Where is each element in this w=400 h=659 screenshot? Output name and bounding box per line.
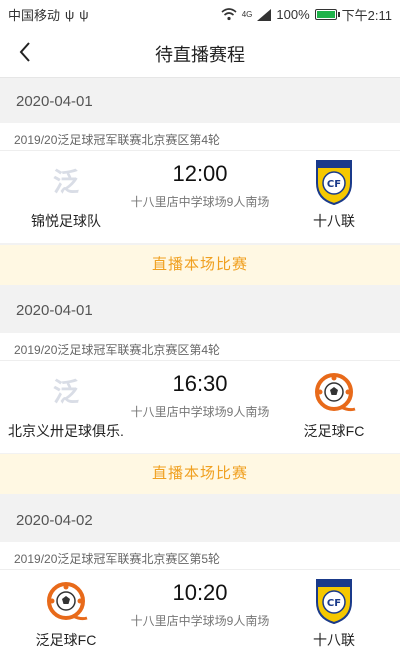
football-film-logo-icon <box>315 373 356 412</box>
match-card[interactable]: 2019/20泛足球冠军联赛北京赛区第5轮 泛足球FC 10:20 十八里店中学… <box>0 542 400 659</box>
home-team-name: 泛足球FC <box>35 632 97 648</box>
match-venue: 十八里店中学球场9人南场 <box>130 405 270 419</box>
away-team-name: 十八联 <box>313 632 355 648</box>
nav-bar: 待直播赛程 <box>0 26 400 78</box>
svg-text:CF: CF <box>327 598 341 609</box>
league-round: 2019/20泛足球冠军联赛北京赛区第5轮 <box>0 542 400 570</box>
villarreal-crest-icon: CF <box>315 578 353 624</box>
league-round: 2019/20泛足球冠军联赛北京赛区第4轮 <box>0 123 400 151</box>
usb-debug-icon: ψ <box>79 7 89 22</box>
signal-icon <box>257 8 272 21</box>
match-time: 10:20 <box>172 580 228 605</box>
away-team-name: 泛足球FC <box>303 423 365 439</box>
match-card[interactable]: 2019/20泛足球冠军联赛北京赛区第4轮 泛 北京义卅足球俱乐. 16:30 … <box>0 333 400 453</box>
away-team[interactable]: CF 十八联 <box>274 578 394 650</box>
match-time: 12:00 <box>172 161 228 186</box>
carrier-label: 中国移动 <box>8 8 61 23</box>
match-date: 2020-04-01 <box>0 288 400 332</box>
match-time: 16:30 <box>172 371 228 396</box>
svg-text:泛: 泛 <box>53 168 79 198</box>
home-team[interactable]: 泛 锦悦足球队 <box>6 159 126 231</box>
match-venue: 十八里店中学球场9人南场 <box>130 195 270 209</box>
status-bar: 中国移动 ψ ψ 4G 100% 下午2:11 <box>0 0 400 26</box>
page-title: 待直播赛程 <box>155 45 245 65</box>
wifi-icon <box>221 8 237 21</box>
match-date: 2020-04-01 <box>0 79 400 123</box>
football-film-logo-icon <box>47 582 88 621</box>
away-team-name: 十八联 <box>313 213 355 229</box>
villarreal-crest-icon: CF <box>315 159 353 205</box>
home-team[interactable]: 泛 北京义卅足球俱乐. <box>6 369 126 441</box>
live-stream-button[interactable]: 直播本场比赛 <box>0 245 400 285</box>
battery-percent: 100% <box>276 7 310 22</box>
match-card[interactable]: 2019/20泛足球冠军联赛北京赛区第4轮 泛 锦悦足球队 12:00 十八里店… <box>0 123 400 243</box>
clock: 下午2:11 <box>341 8 392 23</box>
home-team-name: 北京义卅足球俱乐. <box>8 423 124 439</box>
live-stream-button[interactable]: 直播本场比赛 <box>0 454 400 494</box>
network-type: 4G <box>241 10 253 19</box>
battery-icon <box>314 9 340 20</box>
usb-icon: ψ <box>65 7 75 22</box>
home-team-name: 锦悦足球队 <box>31 213 101 229</box>
svg-text:泛: 泛 <box>53 378 79 408</box>
placeholder-logo-icon: 泛 <box>53 168 79 198</box>
match-date: 2020-04-02 <box>0 498 400 542</box>
away-team[interactable]: CF 十八联 <box>274 159 394 231</box>
home-team[interactable]: 泛足球FC <box>6 578 126 650</box>
svg-text:CF: CF <box>327 179 341 190</box>
away-team[interactable]: 泛足球FC <box>274 369 394 441</box>
match-venue: 十八里店中学球场9人南场 <box>130 614 270 628</box>
placeholder-logo-icon: 泛 <box>53 378 79 408</box>
league-round: 2019/20泛足球冠军联赛北京赛区第4轮 <box>0 333 400 361</box>
